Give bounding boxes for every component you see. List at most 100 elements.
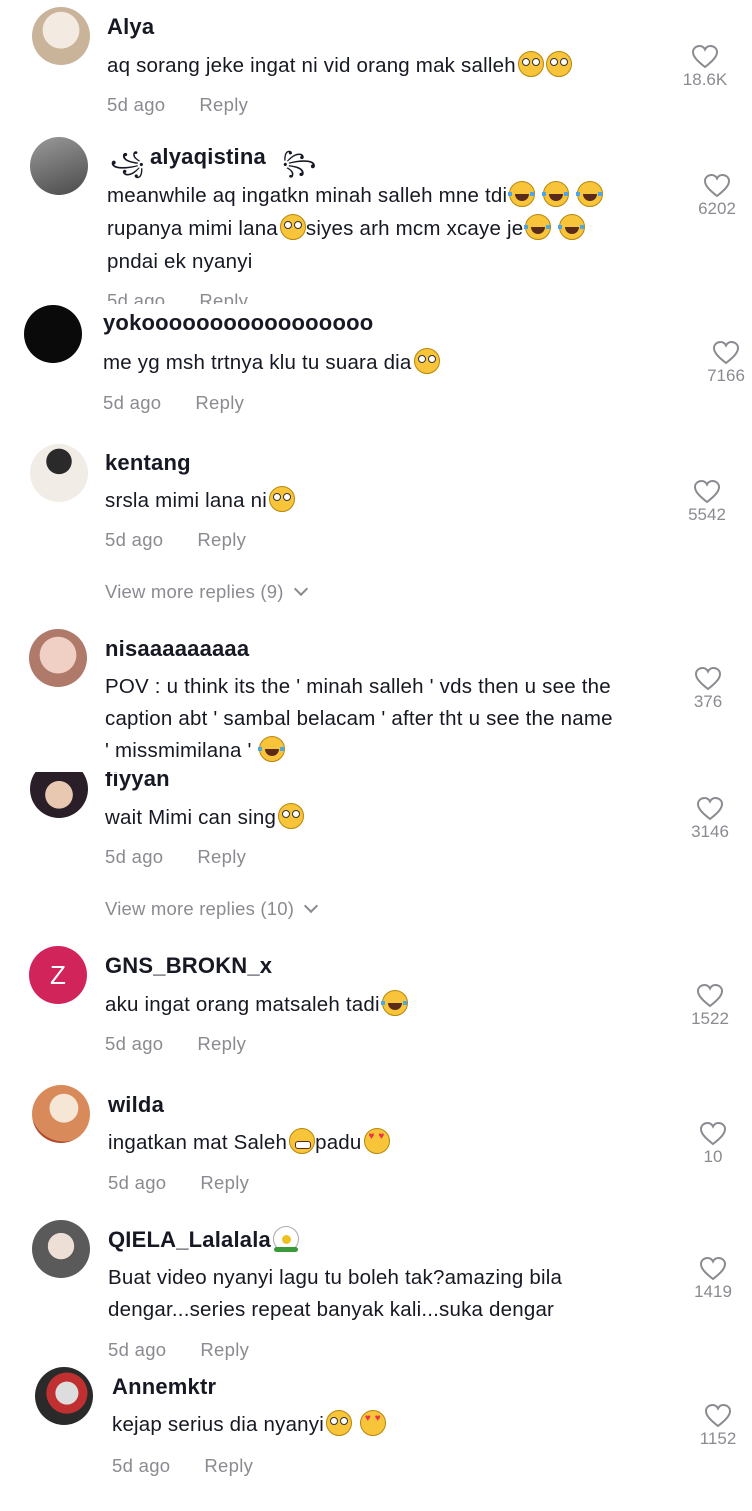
timestamp: 5d ago bbox=[105, 846, 164, 867]
clipped-header: fiyyan bbox=[0, 772, 752, 806]
avatar[interactable] bbox=[29, 629, 87, 687]
reply-button[interactable]: Reply bbox=[195, 392, 244, 413]
like-count: 5542 bbox=[688, 505, 726, 524]
heart-icon bbox=[694, 480, 720, 504]
joy-emoji-icon bbox=[558, 214, 586, 240]
flushed-emoji-icon bbox=[517, 51, 544, 77]
comment-meta: 5d ago Reply bbox=[112, 1455, 253, 1477]
joy-emoji-icon bbox=[576, 181, 604, 207]
heart-icon bbox=[705, 1404, 731, 1428]
comment-text: meanwhile aq ingatkn minah salleh mne td… bbox=[107, 179, 677, 278]
flushed-emoji-icon bbox=[278, 803, 305, 829]
timestamp: 5d ago bbox=[107, 94, 166, 115]
chevron-down-icon bbox=[293, 581, 308, 597]
username[interactable]: alyaqistina bbox=[150, 144, 266, 170]
username[interactable]: yokooooooooooooooooo bbox=[103, 310, 373, 336]
comment-meta: 5d ago Reply bbox=[107, 94, 248, 116]
comment-text: ingatkan mat Saleh padu bbox=[108, 1127, 678, 1159]
avatar[interactable] bbox=[35, 1367, 93, 1425]
heart-icon bbox=[713, 341, 739, 365]
joy-emoji-icon bbox=[380, 990, 408, 1016]
reply-button[interactable]: Reply bbox=[197, 846, 246, 867]
flushed-emoji-icon bbox=[326, 1410, 352, 1436]
like-button[interactable]: 10 bbox=[683, 1122, 743, 1167]
username[interactable]: kentang bbox=[105, 450, 191, 476]
reply-button[interactable]: Reply bbox=[200, 1339, 249, 1360]
timestamp: 5d ago bbox=[108, 1172, 167, 1193]
flushed-emoji-icon bbox=[413, 348, 440, 374]
avatar[interactable] bbox=[32, 1085, 90, 1143]
timestamp: 5d ago bbox=[112, 1455, 171, 1476]
avatar[interactable] bbox=[32, 7, 90, 65]
username[interactable]: GNS_BROKN_x bbox=[105, 953, 272, 979]
avatar[interactable] bbox=[24, 305, 82, 363]
username[interactable]: wilda bbox=[108, 1092, 164, 1118]
username[interactable]: QIELA_Lalalala bbox=[108, 1226, 299, 1253]
comment-meta: 5d ago Reply bbox=[105, 846, 246, 868]
like-button[interactable]: 3146 bbox=[680, 797, 740, 842]
heart-icon bbox=[695, 667, 721, 691]
comment-text: Buat video nyanyi lagu tu boleh tak?amaz… bbox=[108, 1266, 563, 1321]
heart-eyes-emoji-icon bbox=[359, 1410, 386, 1436]
like-count: 6202 bbox=[698, 199, 736, 218]
like-count: 18.6K bbox=[682, 70, 728, 89]
like-count: 1152 bbox=[699, 1429, 737, 1448]
comment-meta: 5d ago Reply bbox=[103, 392, 244, 414]
reply-button[interactable]: Reply bbox=[204, 1455, 253, 1476]
view-more-replies-button[interactable]: View more replies (9) bbox=[105, 581, 308, 603]
comment-text: aku ingat orang matsaleh tadi bbox=[105, 989, 675, 1021]
reply-button[interactable]: Reply bbox=[200, 1172, 249, 1193]
comment-meta: 5d ago Reply bbox=[108, 1339, 249, 1361]
like-count: 1419 bbox=[694, 1282, 732, 1301]
avatar[interactable] bbox=[30, 137, 88, 195]
joy-emoji-icon bbox=[524, 214, 552, 240]
like-button[interactable]: 5542 bbox=[677, 480, 737, 525]
username[interactable]: fiyyan bbox=[105, 772, 170, 792]
like-count: 10 bbox=[703, 1147, 723, 1166]
comment-text: me yg msh trtnya klu tu suara dia bbox=[103, 347, 673, 379]
heart-icon bbox=[692, 45, 718, 69]
heart-icon bbox=[697, 984, 723, 1008]
comment-meta: 5d ago Reply bbox=[108, 1172, 249, 1194]
reply-button[interactable]: Reply bbox=[197, 1033, 246, 1054]
timestamp: 5d ago bbox=[103, 392, 162, 413]
like-button[interactable]: 1152 bbox=[688, 1404, 748, 1449]
grin-emoji-icon bbox=[289, 1128, 316, 1154]
username[interactable]: Annemktr bbox=[112, 1374, 216, 1400]
timestamp: 5d ago bbox=[108, 1339, 167, 1360]
like-button[interactable]: 376 bbox=[678, 667, 738, 712]
flushed-emoji-icon bbox=[268, 486, 295, 512]
avatar[interactable]: Z bbox=[29, 946, 87, 1004]
heart-icon bbox=[704, 174, 730, 198]
timestamp: 5d ago bbox=[107, 290, 166, 304]
view-more-replies-button[interactable]: View more replies (10) bbox=[105, 898, 319, 920]
comment-meta: 5d ago Reply bbox=[107, 290, 248, 304]
comment-meta: 5d ago Reply bbox=[105, 529, 246, 551]
reply-button[interactable]: Reply bbox=[199, 290, 248, 304]
comment-text: POV : u think its the ' minah salleh ' v… bbox=[105, 675, 613, 762]
timestamp: 5d ago bbox=[105, 1033, 164, 1054]
like-count: 7166 bbox=[707, 366, 745, 385]
comment-text: aq sorang jeke ingat ni vid orang mak sa… bbox=[107, 50, 677, 82]
like-button[interactable]: 1419 bbox=[683, 1257, 743, 1302]
avatar[interactable] bbox=[30, 444, 88, 502]
like-button[interactable]: 6202 bbox=[687, 174, 747, 219]
joy-emoji-icon bbox=[258, 736, 286, 762]
comment-meta: 5d ago Reply bbox=[105, 1033, 246, 1055]
comment-text: wait Mimi can sing bbox=[105, 802, 675, 834]
like-button[interactable]: 1522 bbox=[680, 984, 740, 1029]
smiling-hearts-emoji-icon bbox=[363, 1128, 390, 1154]
reply-button[interactable]: Reply bbox=[199, 94, 248, 115]
reply-button[interactable]: Reply bbox=[197, 529, 246, 550]
comment-text: srsla mimi lana ni bbox=[105, 485, 675, 517]
like-count: 3146 bbox=[691, 822, 729, 841]
like-button[interactable]: 7166 bbox=[696, 341, 752, 386]
chevron-down-icon bbox=[304, 898, 319, 914]
like-button[interactable]: 18.6K bbox=[675, 45, 735, 90]
username[interactable]: nisaaaaaaaaa bbox=[105, 636, 249, 662]
avatar[interactable] bbox=[32, 1220, 90, 1278]
timestamp: 5d ago bbox=[105, 529, 164, 550]
heart-icon bbox=[700, 1257, 726, 1281]
heart-icon bbox=[697, 797, 723, 821]
username[interactable]: Alya bbox=[107, 14, 154, 40]
